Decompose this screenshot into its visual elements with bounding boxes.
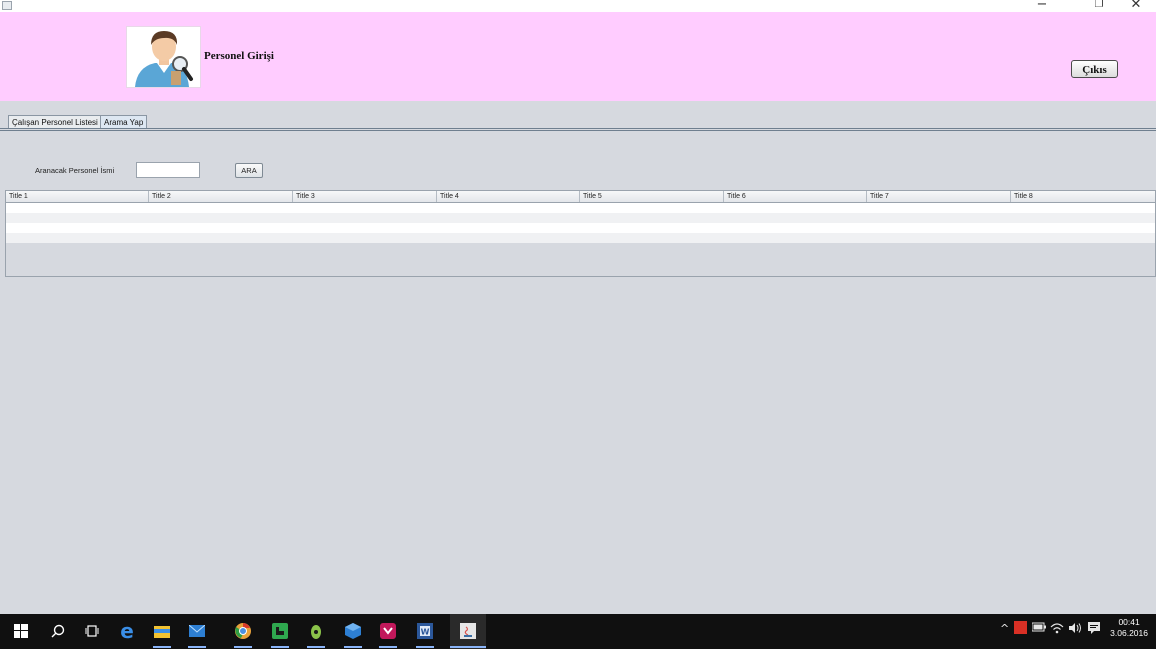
column-header[interactable]: Title 8: [1011, 191, 1155, 202]
clock-date: 3.06.2016: [1110, 628, 1148, 638]
tab-divider-lower: [0, 130, 1156, 131]
chevron-up-icon[interactable]: ^: [1000, 622, 1009, 635]
tab-employee-list[interactable]: Çalışan Personel Listesi: [8, 115, 102, 128]
notification-icon[interactable]: [1088, 622, 1100, 637]
column-header[interactable]: Title 5: [580, 191, 724, 202]
column-header[interactable]: Title 3: [293, 191, 437, 202]
battery-icon[interactable]: [1031, 622, 1046, 635]
user-search-icon: [126, 26, 201, 88]
antivirus-icon[interactable]: [1014, 621, 1027, 634]
column-header[interactable]: Title 4: [437, 191, 580, 202]
table-row[interactable]: [6, 213, 1155, 223]
app-header: Personel Girişi Çıkıs: [0, 12, 1156, 101]
close-button[interactable]: ✕: [1124, 0, 1148, 12]
wifi-icon[interactable]: [1050, 622, 1064, 637]
table-row[interactable]: [6, 223, 1155, 233]
running-indicator: [344, 646, 362, 648]
restore-button[interactable]: ❐: [1087, 0, 1111, 12]
start-icon[interactable]: [12, 622, 30, 640]
running-indicator: [271, 646, 289, 648]
java-app-icon: [2, 1, 12, 10]
system-clock[interactable]: 00:41 3.06.2016: [1110, 617, 1148, 639]
java-app-icon[interactable]: [459, 622, 477, 640]
search-label: Aranacak Personel İsmi: [35, 166, 115, 175]
column-header[interactable]: Title 7: [867, 191, 1011, 202]
running-indicator: [416, 646, 434, 648]
running-indicator: [307, 646, 325, 648]
running-indicator: [188, 646, 206, 648]
svg-text:W: W: [421, 628, 430, 637]
running-indicator: [153, 646, 171, 648]
edge-icon[interactable]: e: [118, 619, 136, 643]
window-titlebar: − ❐ ✕: [0, 0, 1156, 12]
running-indicator: [234, 646, 252, 648]
clock-time: 00:41: [1118, 617, 1140, 627]
page-title: Personel Girişi: [204, 50, 274, 62]
word-icon[interactable]: W: [416, 622, 434, 640]
tab-divider: [0, 128, 1156, 129]
exit-button[interactable]: Çıkıs: [1071, 60, 1118, 78]
minimize-button[interactable]: −: [1030, 0, 1054, 12]
search-input[interactable]: [136, 162, 200, 178]
visual-studio-icon[interactable]: [379, 622, 397, 640]
chrome-icon[interactable]: [234, 622, 252, 640]
mail-icon[interactable]: [188, 622, 206, 640]
column-header[interactable]: Title 6: [724, 191, 867, 202]
android-studio-icon[interactable]: [307, 622, 325, 640]
file-explorer-icon[interactable]: [153, 622, 171, 640]
personnel-table[interactable]: Title 1 Title 2 Title 3 Title 4 Title 5 …: [5, 190, 1156, 277]
volume-icon[interactable]: [1068, 622, 1082, 637]
column-header[interactable]: Title 1: [6, 191, 149, 202]
table-row[interactable]: [6, 233, 1155, 243]
task-view-icon[interactable]: [83, 622, 101, 640]
running-indicator: [379, 646, 397, 648]
table-header: Title 1 Title 2 Title 3 Title 4 Title 5 …: [6, 191, 1155, 203]
virtualbox-icon[interactable]: [344, 622, 362, 640]
search-button[interactable]: ARA: [235, 163, 263, 178]
search-icon[interactable]: [49, 622, 67, 640]
table-row[interactable]: [6, 203, 1155, 213]
column-header[interactable]: Title 2: [149, 191, 293, 202]
running-indicator: [450, 646, 486, 648]
tab-search[interactable]: Arama Yap: [100, 115, 148, 128]
windows-taskbar: [0, 614, 1156, 649]
camtasia-icon[interactable]: [271, 622, 289, 640]
